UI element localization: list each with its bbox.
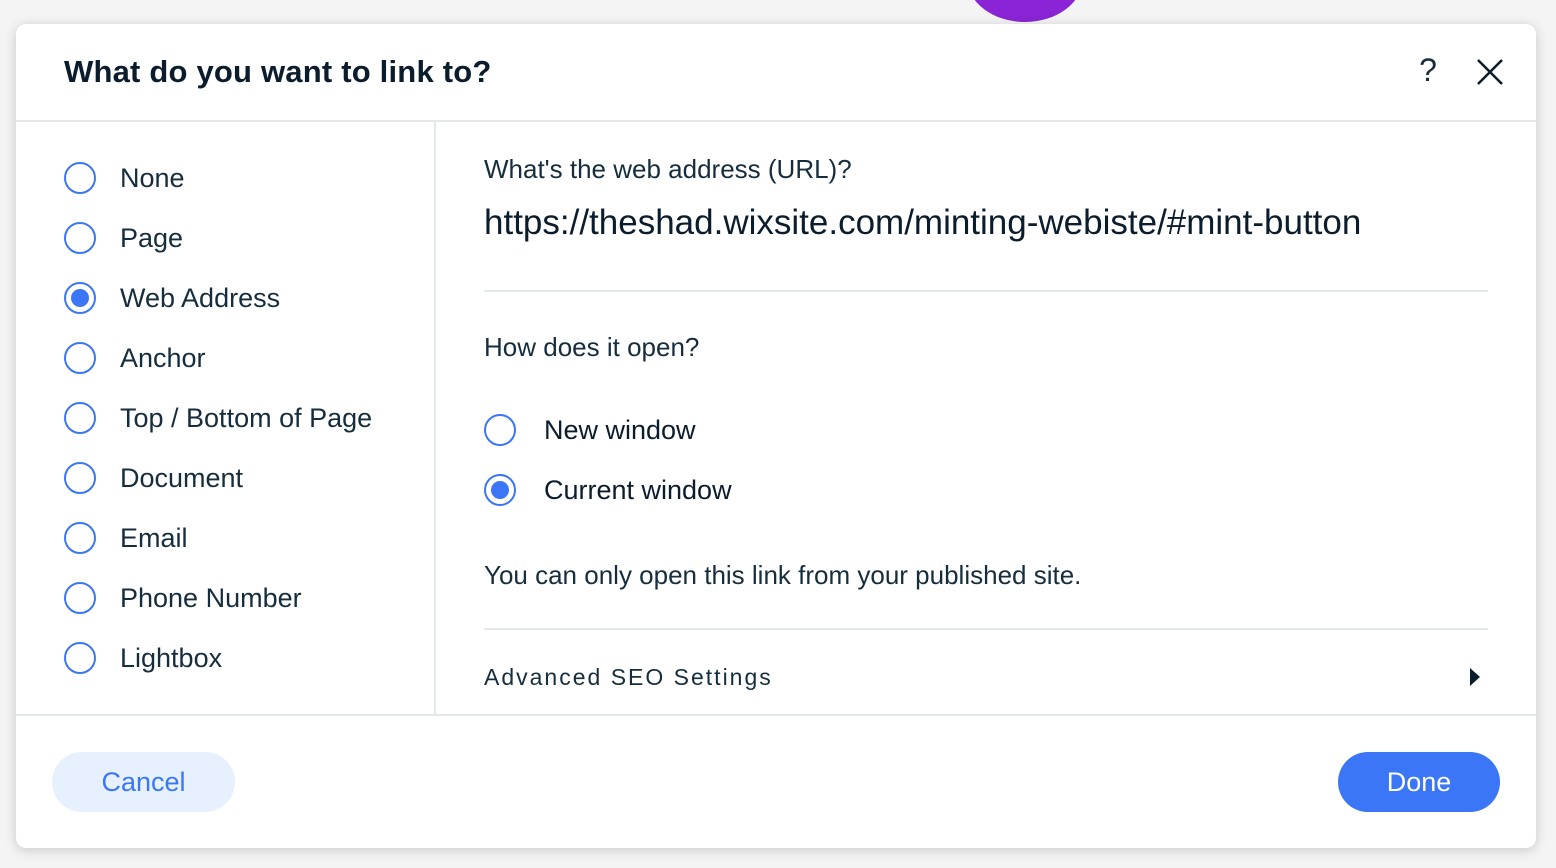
background-purple-ring xyxy=(967,0,1083,22)
dialog-header: What do you want to link to? ? xyxy=(16,24,1536,122)
cancel-button[interactable]: Cancel xyxy=(52,752,235,812)
radio-web-address[interactable] xyxy=(64,282,96,314)
link-type-label: Phone Number xyxy=(120,582,302,613)
link-type-top-bottom[interactable]: Top / Bottom of Page xyxy=(64,400,372,436)
open-current-window[interactable]: Current window xyxy=(484,472,732,508)
link-type-label: Top / Bottom of Page xyxy=(120,402,373,433)
url-input[interactable] xyxy=(484,198,1488,292)
seo-settings-label: Advanced SEO Settings xyxy=(484,664,773,690)
radio-anchor[interactable] xyxy=(64,342,96,374)
link-type-none[interactable]: None xyxy=(64,160,185,196)
published-site-note: You can only open this link from your pu… xyxy=(484,560,1082,590)
link-type-page[interactable]: Page xyxy=(64,220,183,256)
link-type-label: Email xyxy=(120,522,188,553)
radio-phone[interactable] xyxy=(64,582,96,614)
link-type-document[interactable]: Document xyxy=(64,460,243,496)
chevron-right-icon xyxy=(1470,668,1480,686)
open-option-label: New window xyxy=(544,414,696,445)
link-type-label: Document xyxy=(120,462,244,493)
help-icon[interactable]: ? xyxy=(1410,50,1446,90)
done-button[interactable]: Done xyxy=(1338,752,1500,812)
radio-current-window[interactable] xyxy=(484,474,516,506)
link-type-anchor[interactable]: Anchor xyxy=(64,340,206,376)
radio-top-bottom[interactable] xyxy=(64,402,96,434)
open-mode-label: How does it open? xyxy=(484,332,700,362)
link-dialog: What do you want to link to? ? None Page… xyxy=(16,24,1536,848)
radio-new-window[interactable] xyxy=(484,414,516,446)
radio-lightbox[interactable] xyxy=(64,642,96,674)
link-type-web-address[interactable]: Web Address xyxy=(64,280,280,316)
link-type-label: Web Address xyxy=(120,282,281,313)
dialog-footer: Cancel Done xyxy=(16,714,1536,848)
link-type-email[interactable]: Email xyxy=(64,520,188,556)
link-type-phone[interactable]: Phone Number xyxy=(64,580,302,616)
open-option-label: Current window xyxy=(544,474,732,505)
close-icon[interactable] xyxy=(1470,54,1506,90)
advanced-seo-settings[interactable]: Advanced SEO Settings xyxy=(484,652,1488,702)
divider xyxy=(484,628,1488,630)
link-type-label: Lightbox xyxy=(120,642,223,673)
link-type-label: Anchor xyxy=(120,342,206,373)
link-type-sidebar: None Page Web Address Anchor Top / Botto… xyxy=(16,122,436,716)
link-type-lightbox[interactable]: Lightbox xyxy=(64,640,222,676)
radio-email[interactable] xyxy=(64,522,96,554)
dialog-title: What do you want to link to? xyxy=(64,54,492,89)
link-type-label: Page xyxy=(120,222,184,253)
link-type-label: None xyxy=(120,162,185,193)
radio-page[interactable] xyxy=(64,222,96,254)
web-address-panel: What's the web address (URL)? How does i… xyxy=(484,122,1488,716)
radio-none[interactable] xyxy=(64,162,96,194)
url-field-label: What's the web address (URL)? xyxy=(484,154,852,184)
open-new-window[interactable]: New window xyxy=(484,412,696,448)
radio-document[interactable] xyxy=(64,462,96,494)
